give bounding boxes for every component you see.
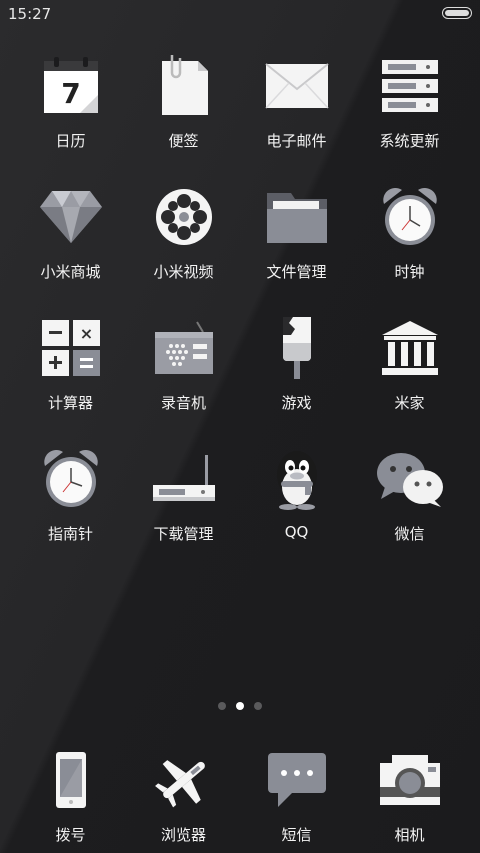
- page-dot-active[interactable]: [236, 702, 244, 710]
- app-mi-video[interactable]: 小米视频: [127, 181, 240, 312]
- calendar-date: 7: [61, 77, 80, 110]
- app-label: 拨号: [55, 826, 86, 844]
- app-grid: 7 日历 便签 电子邮件 系统更新 小米商城 小米视频 文件管理 时钟 × 计算…: [14, 50, 466, 574]
- status-time: 15:27: [8, 5, 52, 23]
- app-label: 下载管理: [153, 525, 214, 543]
- film-reel-icon: [148, 181, 220, 253]
- app-games[interactable]: 游戏: [240, 312, 353, 443]
- email-icon: [261, 50, 333, 122]
- battery-icon: [442, 7, 472, 19]
- app-label: 米家: [394, 394, 425, 412]
- router-icon: [148, 443, 220, 515]
- compass-clock-icon: [35, 443, 107, 515]
- app-label: 小米视频: [153, 263, 214, 281]
- app-mi-store[interactable]: 小米商城: [14, 181, 127, 312]
- penguin-icon: [261, 443, 333, 515]
- app-mijia[interactable]: 米家: [353, 312, 466, 443]
- app-label: 电子邮件: [266, 132, 327, 150]
- app-label: 短信: [281, 826, 312, 844]
- app-label: 小米商城: [40, 263, 101, 281]
- app-label: 系统更新: [379, 132, 440, 150]
- app-label: 微信: [394, 525, 425, 543]
- app-notes[interactable]: 便签: [127, 50, 240, 181]
- app-system-update[interactable]: 系统更新: [353, 50, 466, 181]
- dock: 拨号 浏览器 短信 相机: [14, 744, 466, 845]
- diamond-icon: [35, 181, 107, 253]
- camera-icon: [374, 744, 446, 816]
- app-label: 文件管理: [266, 263, 327, 281]
- dock-app-phone[interactable]: 拨号: [14, 744, 127, 845]
- page-dot[interactable]: [254, 702, 262, 710]
- page-dot[interactable]: [218, 702, 226, 710]
- app-label: 相机: [394, 826, 425, 844]
- alarm-clock-icon: [374, 181, 446, 253]
- chat-bubbles-icon: [374, 443, 446, 515]
- radio-recorder-icon: [148, 312, 220, 384]
- app-clock[interactable]: 时钟: [353, 181, 466, 312]
- app-label: 游戏: [281, 394, 312, 412]
- app-file-manager[interactable]: 文件管理: [240, 181, 353, 312]
- app-qq[interactable]: QQ: [240, 443, 353, 574]
- app-recorder[interactable]: 录音机: [127, 312, 240, 443]
- app-label: 浏览器: [160, 826, 206, 844]
- app-calculator[interactable]: × 计算器: [14, 312, 127, 443]
- app-label: QQ: [284, 523, 309, 541]
- page-indicator[interactable]: [0, 702, 480, 710]
- calculator-icon: ×: [35, 312, 107, 384]
- app-calendar[interactable]: 7 日历: [14, 50, 127, 181]
- calendar-icon: 7: [35, 50, 107, 122]
- app-compass[interactable]: 指南针: [14, 443, 127, 574]
- app-label: 录音机: [160, 394, 206, 412]
- phone-icon: [35, 744, 107, 816]
- dock-app-messages[interactable]: 短信: [240, 744, 353, 845]
- building-icon: [374, 312, 446, 384]
- status-bar: 15:27: [0, 0, 480, 28]
- app-label: 便签: [168, 132, 199, 150]
- dock-app-camera[interactable]: 相机: [353, 744, 466, 845]
- svg-text:×: ×: [79, 324, 92, 343]
- folder-icon: [261, 181, 333, 253]
- popsicle-icon: [261, 312, 333, 384]
- app-email[interactable]: 电子邮件: [240, 50, 353, 181]
- system-update-icon: [374, 50, 446, 122]
- app-label: 日历: [55, 132, 86, 150]
- message-bubble-icon: [261, 744, 333, 816]
- app-label: 计算器: [47, 394, 93, 412]
- app-label: 指南针: [47, 525, 93, 543]
- dock-app-browser[interactable]: 浏览器: [127, 744, 240, 845]
- app-label: 时钟: [394, 263, 425, 281]
- app-download-manager[interactable]: 下载管理: [127, 443, 240, 574]
- notes-icon: [148, 50, 220, 122]
- airplane-icon: [148, 744, 220, 816]
- app-wechat[interactable]: 微信: [353, 443, 466, 574]
